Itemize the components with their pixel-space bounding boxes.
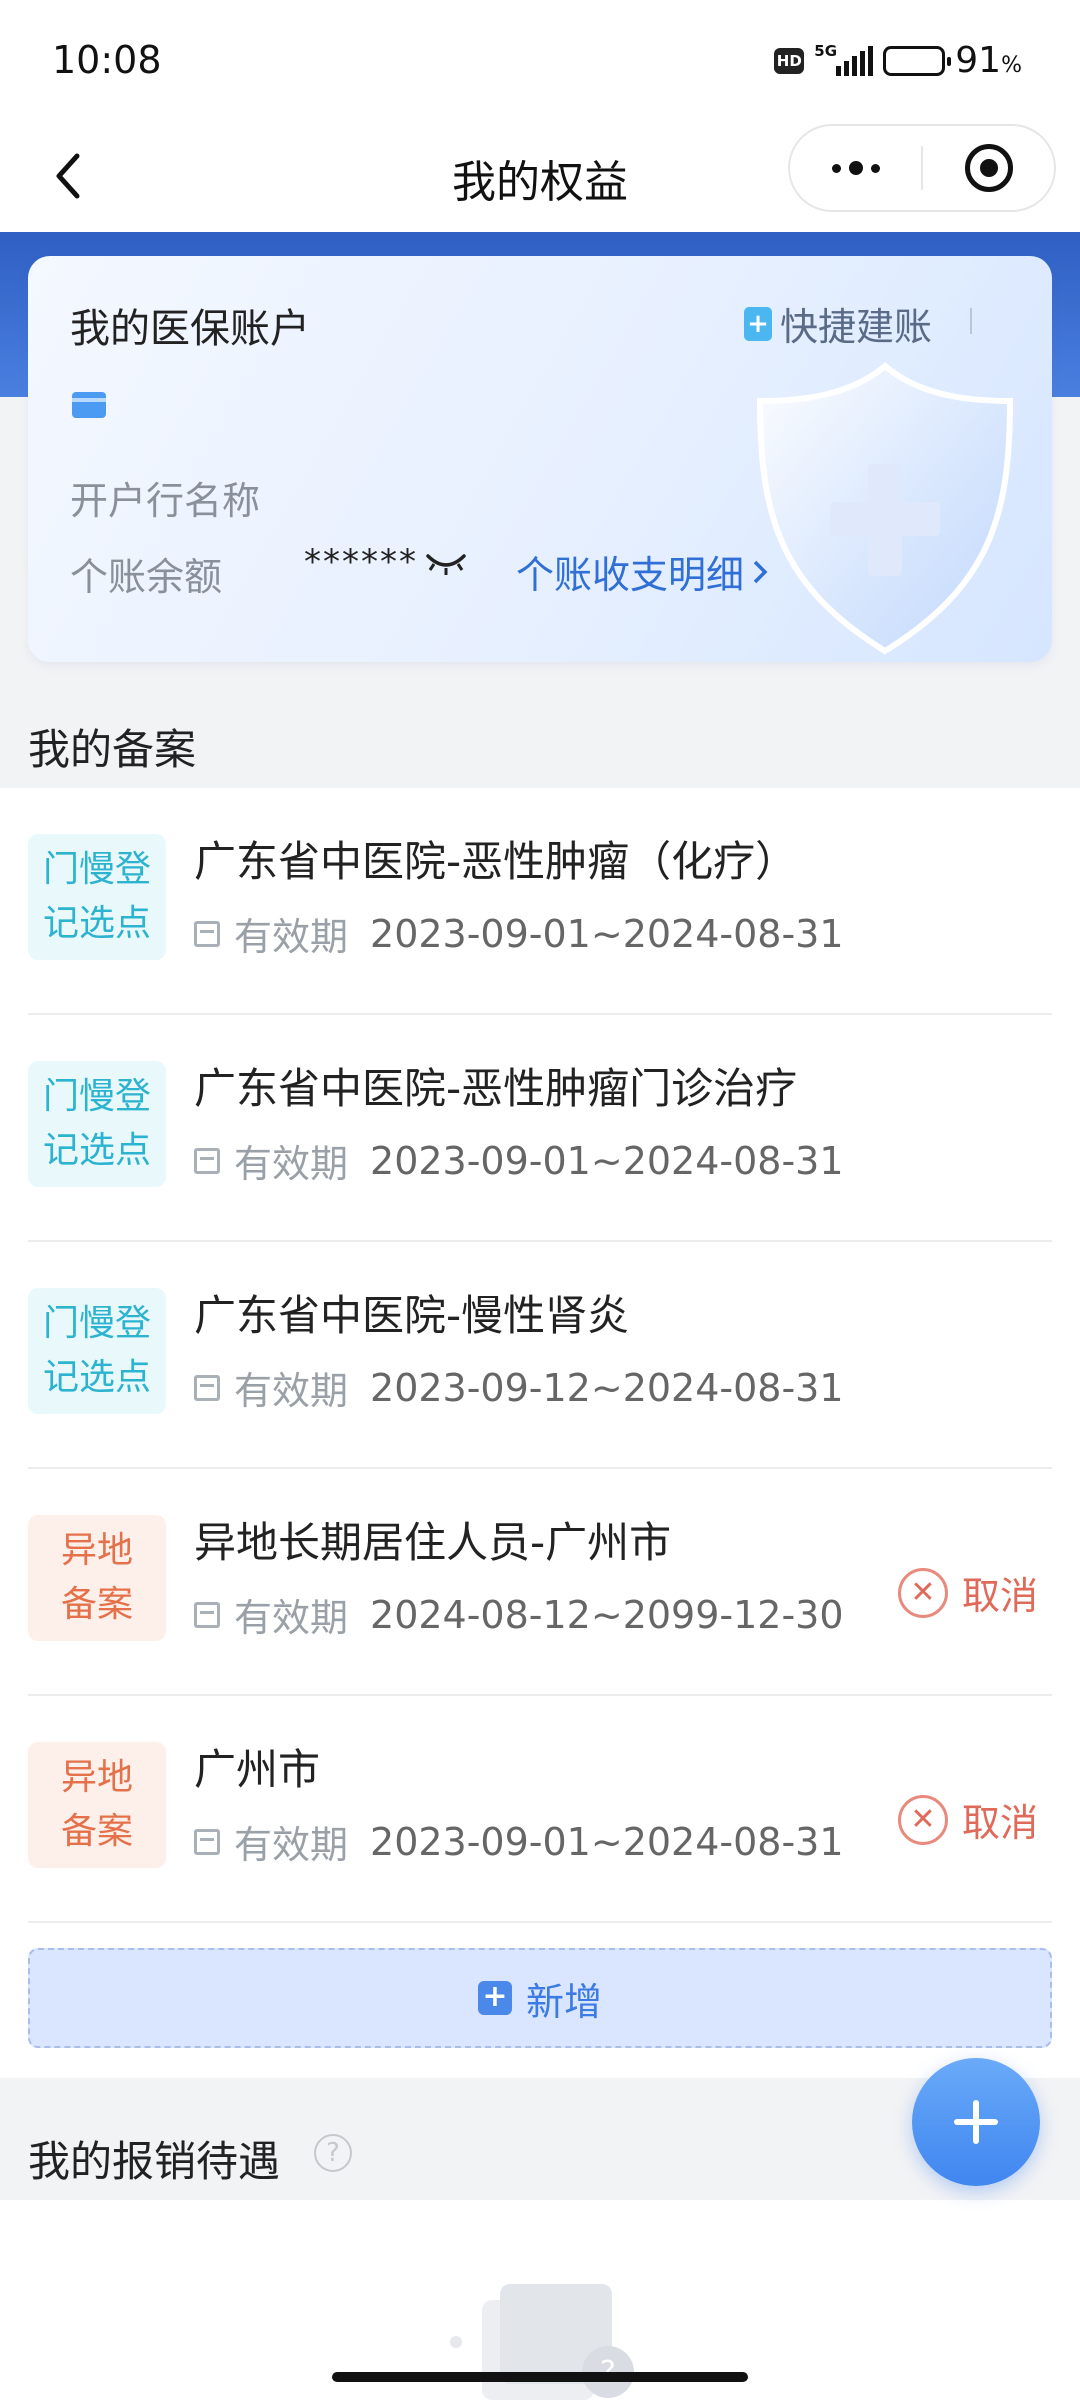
mini-program-capsule — [788, 124, 1056, 212]
account-title: 我的医保账户 — [70, 306, 310, 352]
battery-icon — [883, 45, 952, 76]
record-item[interactable]: 门慢登 记选点 广东省中医院-慢性肾炎 有效期 2023-09-12~2024-08… — [28, 1242, 1052, 1469]
record-item[interactable]: 异地 备案 异地长期居住人员-广州市 有效期 2024-08-12~2099-12-… — [28, 1469, 1052, 1696]
record-validity: 有效期 2024-08-12~2099-12-30 — [194, 1587, 844, 1642]
record-item[interactable]: 异地 备案 广州市 有效期 2023-09-01~2024-08-31 ✕ 取消 — [28, 1696, 1052, 1923]
signal-icon: 5G — [814, 42, 874, 76]
home-indicator[interactable] — [332, 2372, 748, 2382]
cancel-button[interactable]: ✕ 取消 — [897, 1792, 1038, 1847]
nav-bar: 我的权益 — [0, 120, 1080, 232]
insurance-account-card: 我的医保账户 + 快捷建账 开户行名称 个账余额 ****** 个账收支明细 — [28, 256, 1052, 662]
calendar-icon — [194, 1374, 220, 1401]
add-file-icon — [477, 1979, 512, 2015]
record-tag: 门慢登 记选点 — [28, 1061, 166, 1187]
calendar-icon — [194, 920, 220, 947]
record-title: 广东省中医院-恶性肿瘤门诊治疗 — [194, 1064, 798, 1113]
record-title: 异地长期居住人员-广州市 — [194, 1518, 672, 1567]
record-tag: 门慢登 记选点 — [28, 834, 166, 960]
bank-name-label: 开户行名称 — [70, 479, 261, 523]
calendar-icon — [194, 1828, 220, 1855]
network-type: 5G — [814, 41, 838, 60]
balance-value: ****** — [304, 542, 418, 582]
floating-add-button[interactable] — [912, 2058, 1040, 2186]
record-title: 广东省中医院-恶性肿瘤（化疗） — [194, 837, 798, 886]
status-icons: HD 5G 91% — [774, 40, 1022, 81]
hd-icon: HD — [774, 47, 805, 74]
cancel-button[interactable]: ✕ 取消 — [897, 1565, 1038, 1620]
reimburse-section-title: 我的报销待遇 — [28, 2137, 281, 2186]
balance-label: 个账余额 — [70, 555, 223, 599]
record-validity: 有效期 2023-09-01~2024-08-31 — [194, 1814, 844, 1869]
battery-percent: 91% — [955, 40, 1022, 81]
status-bar: 10:08 HD 5G 91% — [0, 0, 1080, 120]
add-record-button[interactable]: 新增 — [28, 1948, 1052, 2048]
shield-icon — [756, 362, 1014, 655]
status-time: 10:08 — [52, 38, 162, 82]
record-tag: 异地 备案 — [28, 1742, 166, 1868]
record-validity: 有效期 2023-09-01~2024-08-31 — [194, 1133, 844, 1188]
record-item[interactable]: 门慢登 记选点 广东省中医院-恶性肿瘤门诊治疗 有效期 2023-09-01~202… — [28, 1015, 1052, 1242]
calendar-icon — [194, 1147, 220, 1174]
account-detail-link[interactable]: 个账收支明细 — [516, 544, 768, 599]
more-button[interactable] — [790, 126, 921, 210]
record-tag: 异地 备案 — [28, 1515, 166, 1641]
record-validity: 有效期 2023-09-01~2024-08-31 — [194, 906, 844, 961]
record-item[interactable]: 门慢登 记选点 广东省中医院-恶性肿瘤（化疗） 有效期 2023-09-01~202… — [28, 788, 1052, 1015]
eye-closed-icon[interactable] — [424, 550, 468, 578]
close-mini-program-button[interactable] — [923, 126, 1054, 210]
record-title: 广州市 — [194, 1745, 321, 1794]
quick-account-label: 快捷建账 — [779, 305, 932, 349]
record-validity: 有效期 2023-09-12~2024-08-31 — [194, 1360, 844, 1415]
close-circle-icon: ✕ — [897, 1567, 948, 1618]
record-title: 广东省中医院-慢性肾炎 — [194, 1291, 630, 1340]
quick-account-button[interactable]: + 快捷建账 — [743, 296, 932, 351]
close-circle-icon: ✕ — [897, 1794, 948, 1845]
records-list: 门慢登 记选点 广东省中医院-恶性肿瘤（化疗） 有效期 2023-09-01~202… — [0, 788, 1080, 2078]
help-icon[interactable]: ? — [314, 2134, 352, 2172]
calendar-icon — [194, 1601, 220, 1628]
bank-card-icon — [72, 392, 106, 418]
target-icon — [964, 144, 1013, 192]
records-section-title: 我的备案 — [28, 725, 197, 774]
medical-plus-icon: + — [743, 306, 772, 341]
record-tag: 门慢登 记选点 — [28, 1288, 166, 1414]
